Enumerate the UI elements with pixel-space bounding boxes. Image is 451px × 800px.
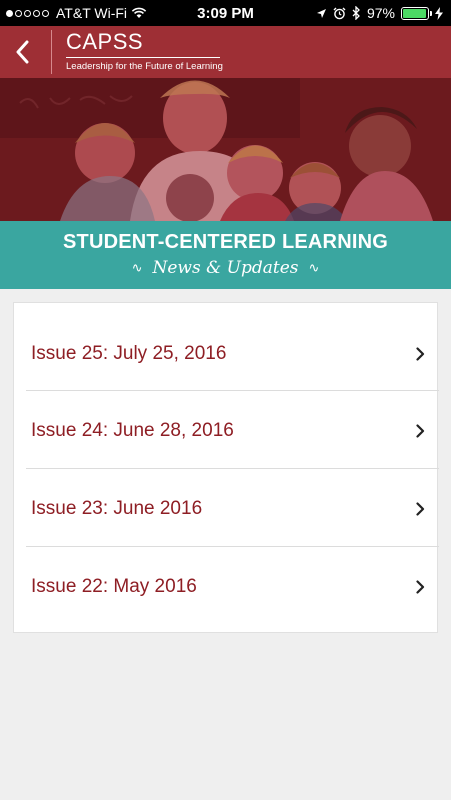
list-item[interactable]: Issue 22: May 2016	[14, 548, 439, 626]
back-button[interactable]	[0, 26, 44, 78]
brand-tagline: Leadership for the Future of Learning	[66, 61, 223, 72]
battery-percent: 97%	[366, 5, 395, 21]
app-header: CAPSS Leadership for the Future of Learn…	[0, 26, 451, 78]
swirl-left-icon: ∿	[131, 260, 143, 276]
issue-label: Issue 23: June 2016	[31, 498, 203, 519]
alarm-icon	[333, 7, 346, 19]
banner-title: STUDENT-CENTERED LEARNING	[62, 231, 388, 253]
battery-fill	[403, 8, 427, 18]
hero-illustration	[0, 78, 451, 221]
chevron-left-icon	[16, 40, 29, 64]
banner-subtitle: News & Updates	[152, 258, 299, 278]
brand-rule	[66, 57, 220, 58]
chevron-right-icon	[416, 580, 425, 594]
issues-list: Issue 25: July 25, 2016 Issue 24: June 2…	[13, 302, 439, 633]
status-bar: AT&T Wi-Fi 3:09 PM 97%	[0, 0, 451, 26]
chevron-right-icon	[416, 502, 425, 516]
row-separator	[26, 390, 439, 391]
status-right: 97%	[316, 0, 443, 26]
banner-subtitle-row: ∿ News & Updates ∿	[0, 258, 451, 278]
brand-logo: CAPSS Leadership for the Future of Learn…	[66, 29, 223, 73]
bluetooth-icon	[352, 6, 360, 20]
row-separator	[26, 546, 439, 547]
issue-label: Issue 24: June 28, 2016	[31, 420, 234, 441]
brand-title: CAPSS	[66, 29, 144, 54]
section-banner: STUDENT-CENTERED LEARNING ∿ News & Updat…	[0, 221, 451, 289]
list-item[interactable]: Issue 25: July 25, 2016	[14, 315, 439, 393]
list-item[interactable]: Issue 23: June 2016	[14, 470, 439, 548]
list-item[interactable]: Issue 24: June 28, 2016	[14, 392, 439, 470]
issue-label: Issue 25: July 25, 2016	[31, 343, 227, 364]
location-icon	[316, 8, 326, 18]
charging-icon	[435, 6, 443, 20]
row-separator	[26, 468, 439, 469]
battery-icon	[401, 6, 432, 20]
swirl-right-icon: ∿	[308, 260, 320, 276]
hero-image	[0, 78, 451, 221]
chevron-right-icon	[416, 347, 425, 361]
issue-label: Issue 22: May 2016	[31, 576, 197, 597]
chevron-right-icon	[416, 424, 425, 438]
header-divider	[51, 30, 52, 74]
